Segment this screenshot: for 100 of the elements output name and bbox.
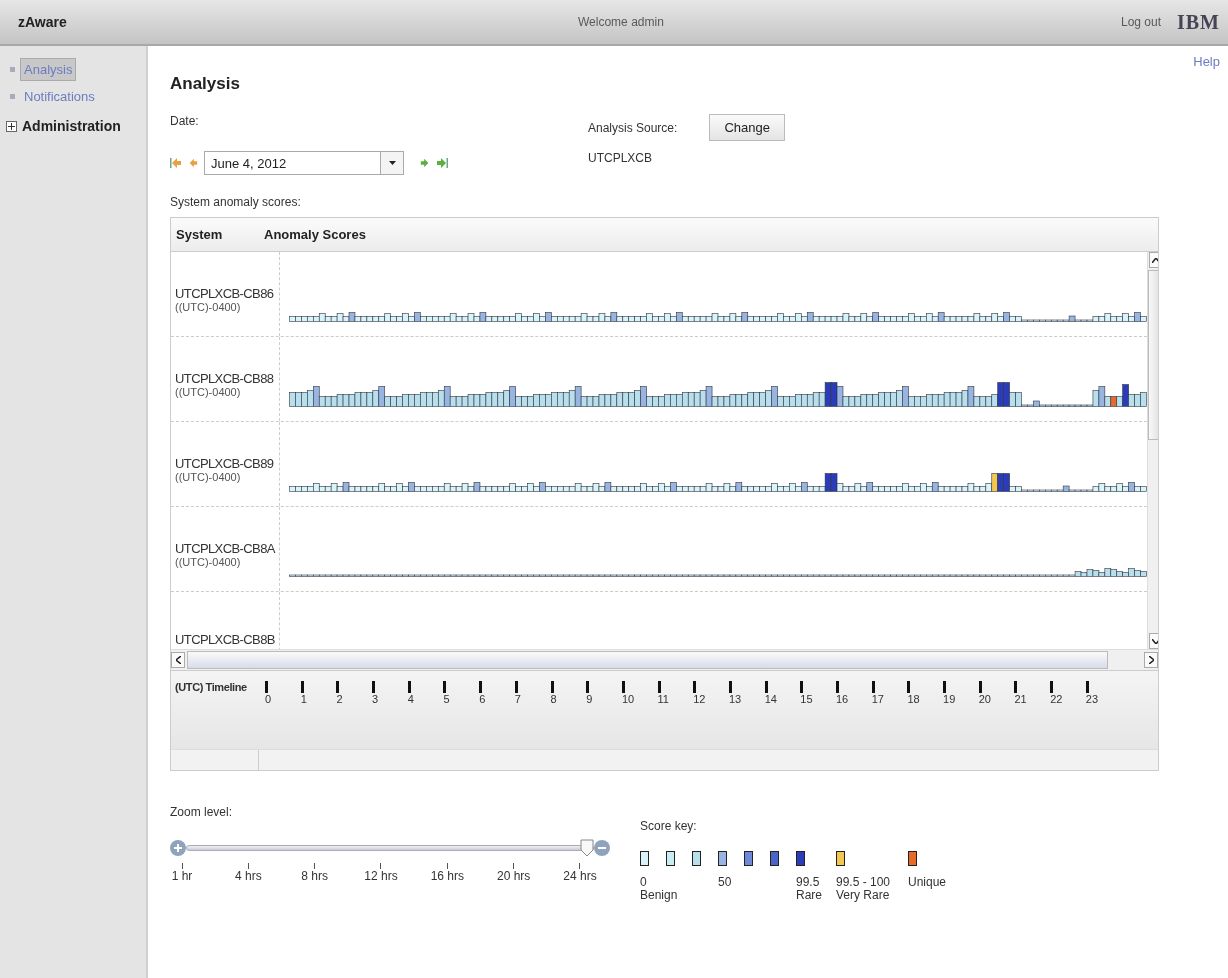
score-key-text: Unique [908, 876, 947, 889]
last-arrow-icon[interactable] [436, 157, 448, 169]
timezone-text: ((UTC)-0400) [175, 470, 242, 483]
nav-group[interactable]: Administration [22, 118, 121, 134]
table-caption: System anomaly scores: [170, 195, 302, 209]
tick-mark [1085, 681, 1089, 693]
zoom-tick-label: 16 hrs [430, 869, 464, 883]
score-key-text: 99.5 - 100 Very Rare [836, 876, 891, 902]
system-name: UTCPLXCB-CB89 [175, 455, 275, 471]
tick-mark [907, 681, 911, 693]
date-label: Date: [170, 114, 200, 130]
hour-label: 9 [586, 693, 593, 705]
column-header[interactable]: Anomaly Scores [259, 227, 366, 242]
zoom-tick-label: 24 hrs [563, 869, 597, 883]
zoom-tick-label: 20 hrs [496, 869, 531, 883]
tick-mark [1050, 681, 1054, 693]
bullet-icon [10, 67, 15, 72]
hour-label: 11 [657, 693, 669, 705]
tick-mark [372, 681, 376, 693]
app-name: zAware [18, 14, 68, 30]
zoom-tick-label: 1 hr [171, 869, 193, 883]
source-label: Analysis Source: [588, 120, 678, 135]
hour-label: 19 [943, 693, 956, 705]
hour-label: 4 [407, 693, 414, 705]
tick-mark [693, 681, 697, 693]
timeline-label: (UTC) Timeline [174, 680, 248, 695]
hour-label: 15 [800, 693, 813, 705]
date-dropdown[interactable]: June 4, 2012 [204, 151, 404, 175]
system-name: UTCPLXCB-CB8A [175, 540, 277, 556]
tick-mark [443, 681, 447, 693]
score-key-label: Score key: [640, 819, 698, 833]
previous-arrow-icon[interactable] [188, 157, 198, 169]
system-name: UTCPLXCB-CB8B [175, 631, 276, 647]
tick-mark [479, 681, 483, 693]
plus-icon[interactable] [6, 120, 17, 132]
zoom-slider[interactable] [186, 839, 594, 857]
page-title: Analysis [170, 74, 241, 94]
hour-label: 1 [300, 693, 307, 705]
scroll-left-icon[interactable] [171, 652, 185, 668]
slider-thumb[interactable] [580, 839, 594, 857]
score-key-text: 0 Benign [640, 876, 678, 902]
tick-mark [657, 681, 661, 693]
logo: IBM [1177, 10, 1220, 34]
next-arrow-icon[interactable] [420, 157, 430, 169]
tick-mark [836, 681, 839, 693]
hour-label: 12 [693, 693, 706, 705]
first-arrow-icon[interactable] [170, 157, 182, 169]
horizontal-scrollbar[interactable] [171, 649, 1158, 670]
zoom-in-icon[interactable] [170, 840, 186, 856]
column-header[interactable]: System [171, 227, 259, 242]
tick-mark [728, 681, 732, 693]
tick-mark [550, 681, 554, 693]
hour-label: 0 [265, 693, 272, 705]
bullet-icon [10, 94, 15, 99]
change-button[interactable]: Change [709, 114, 785, 141]
hour-label: 7 [514, 693, 521, 705]
scroll-up-icon[interactable] [1148, 252, 1158, 268]
system-name: UTCPLXCB-CB88 [175, 370, 275, 386]
scrollbar-thumb[interactable] [187, 651, 1108, 669]
hour-label: 16 [836, 693, 849, 705]
hour-label: 22 [1050, 693, 1063, 705]
hour-label: 3 [372, 693, 379, 705]
tick-mark [407, 681, 411, 693]
hour-label: 18 [907, 693, 920, 705]
hour-label: 10 [621, 693, 635, 705]
hour-label: 23 [1085, 693, 1099, 705]
hour-label: 2 [336, 693, 343, 705]
score-key-text: 99.5 Rare [796, 876, 822, 902]
tick-mark [871, 681, 875, 693]
hour-label: 14 [764, 693, 777, 705]
score-key-text: 50 [718, 876, 732, 889]
hour-label: 6 [479, 693, 486, 705]
scroll-down-icon[interactable] [1148, 633, 1158, 649]
timezone-text: ((UTC)-0400) [175, 555, 242, 568]
caret-icon [388, 161, 396, 165]
zoom-out-icon[interactable] [594, 840, 610, 856]
tick-mark [1014, 681, 1018, 693]
hour-label: 5 [443, 693, 450, 705]
help-link[interactable]: Help [1193, 54, 1220, 69]
hour-label: 17 [871, 693, 884, 705]
tick-mark [621, 681, 625, 693]
hour-label: 21 [1014, 693, 1027, 705]
zoom-tick-label: 8 hrs [301, 869, 328, 883]
logout-link[interactable]: Log out [1120, 15, 1161, 29]
tick-mark [265, 681, 268, 693]
scroll-right-icon[interactable] [1144, 652, 1158, 668]
tick-mark [978, 681, 982, 693]
zoom-tick-label: 12 hrs [364, 869, 398, 883]
source-value: UTCPLXCB [588, 151, 653, 167]
timezone-text: ((UTC)-0400) [175, 385, 242, 398]
tick-mark [943, 681, 947, 693]
zoom-tick-label: 4 hrs [235, 869, 262, 883]
tick-mark [586, 681, 590, 693]
tick-mark [764, 681, 768, 693]
tick-mark [300, 681, 304, 693]
hour-label: 13 [728, 693, 742, 705]
zoom-label: Zoom level: [170, 805, 234, 819]
welcome-text: Welcome admin [578, 15, 665, 29]
system-name: UTCPLXCB-CB86 [175, 285, 275, 301]
tick-mark [336, 681, 340, 693]
